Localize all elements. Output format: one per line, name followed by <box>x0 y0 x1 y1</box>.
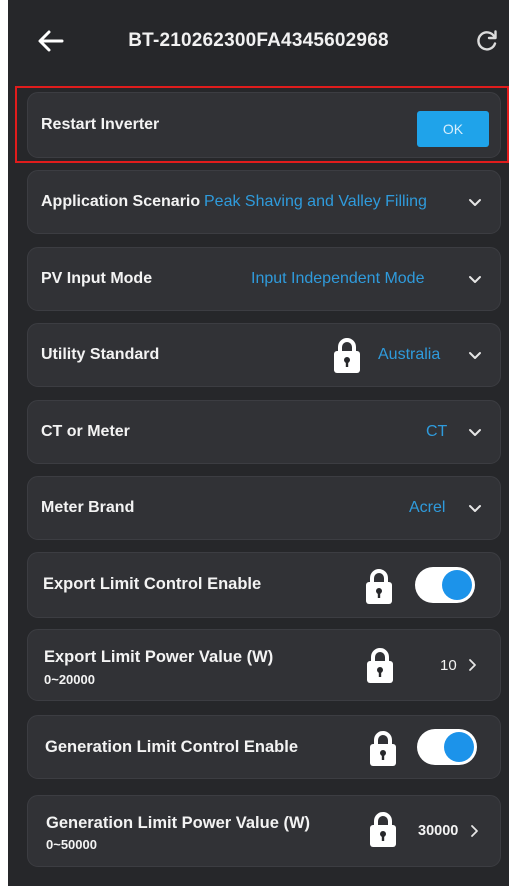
application-scenario-label: Application Scenario <box>41 193 201 210</box>
chevron-down-icon <box>469 199 481 206</box>
restart-inverter-label: Restart Inverter <box>41 116 160 133</box>
lock-icon <box>370 812 396 847</box>
ct-or-meter-row[interactable]: CT or Meter CT <box>27 400 501 464</box>
export-limit-power-row[interactable]: Export Limit Power Value (W) 0~20000 10 <box>27 629 501 701</box>
generation-limit-enable-label: Generation Limit Control Enable <box>45 738 299 756</box>
pv-input-mode-row[interactable]: PV Input Mode Input Independent Mode <box>27 247 501 311</box>
generation-limit-enable-row: Generation Limit Control Enable <box>27 715 501 779</box>
export-limit-power-value: 10 <box>440 657 457 674</box>
refresh-button[interactable] <box>474 28 500 54</box>
lock-icon <box>366 569 392 604</box>
generation-limit-power-row[interactable]: Generation Limit Power Value (W) 0~50000… <box>27 795 501 867</box>
generation-limit-power-range: 0~50000 <box>46 837 97 852</box>
export-limit-power-range: 0~20000 <box>44 672 95 687</box>
chevron-down-icon <box>469 429 481 436</box>
generation-limit-toggle[interactable] <box>417 729 477 765</box>
lock-icon <box>367 648 393 683</box>
utility-standard-label: Utility Standard <box>41 346 160 363</box>
generation-limit-power-label: Generation Limit Power Value (W) <box>46 814 311 832</box>
export-limit-enable-label: Export Limit Control Enable <box>43 575 262 593</box>
utility-standard-value: Australia <box>378 346 441 363</box>
top-bar: BT-210262300FA4345602968 <box>8 0 509 78</box>
pv-input-mode-value: Input Independent Mode <box>251 270 425 287</box>
meter-brand-value: Acrel <box>409 499 446 516</box>
chevron-down-icon <box>469 505 481 512</box>
meter-brand-label: Meter Brand <box>41 499 135 516</box>
refresh-icon <box>477 30 497 51</box>
pv-input-mode-label: PV Input Mode <box>41 270 153 287</box>
toggle-knob <box>442 570 472 600</box>
generation-limit-power-value: 30000 <box>418 823 459 839</box>
page-title: BT-210262300FA4345602968 <box>128 30 389 51</box>
export-limit-enable-row: Export Limit Control Enable <box>27 552 501 618</box>
meter-brand-row[interactable]: Meter Brand Acrel <box>27 476 501 540</box>
chevron-right-icon <box>471 825 478 837</box>
chevron-down-icon <box>469 352 481 359</box>
toggle-knob <box>444 732 474 762</box>
restart-inverter-row: Restart Inverter OK <box>27 92 501 158</box>
chevron-down-icon <box>469 276 481 283</box>
application-scenario-value: Peak Shaving and Valley Filling <box>204 193 427 210</box>
lock-icon <box>370 731 396 766</box>
utility-standard-row[interactable]: Utility Standard Australia <box>27 323 501 387</box>
application-scenario-row[interactable]: Application Scenario Peak Shaving and Va… <box>27 170 501 234</box>
export-limit-toggle[interactable] <box>415 567 475 603</box>
lock-icon <box>334 338 360 373</box>
export-limit-power-label: Export Limit Power Value (W) <box>44 648 274 666</box>
chevron-right-icon <box>469 659 476 671</box>
ct-or-meter-value: CT <box>426 423 448 440</box>
ct-or-meter-label: CT or Meter <box>41 423 130 440</box>
screen: BT-210262300FA4345602968 Restart Inverte… <box>8 0 509 886</box>
restart-ok-button[interactable]: OK <box>417 111 489 147</box>
